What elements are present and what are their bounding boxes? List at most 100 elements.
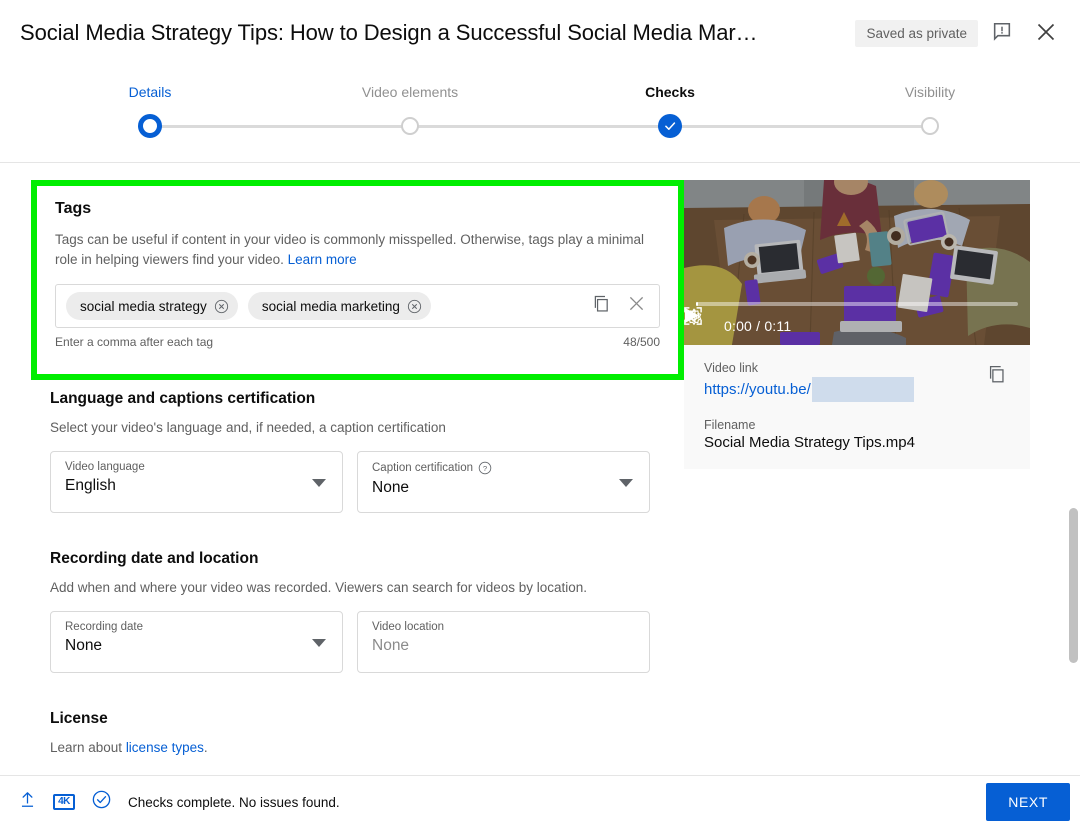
step-node-video-elements[interactable] — [398, 114, 422, 138]
upload-arrow-icon — [18, 790, 37, 814]
video-language-value: English — [65, 477, 116, 494]
tags-toolbar — [591, 293, 651, 319]
copy-video-link-button[interactable] — [986, 363, 1008, 390]
dialog-body: Tags Tags can be useful if content in yo… — [0, 163, 1080, 775]
recording-date-value: None — [65, 637, 103, 654]
language-captions-section: Language and captions certification Sele… — [50, 390, 660, 513]
clear-x-icon — [626, 293, 647, 319]
license-text-prefix: Learn about — [50, 740, 126, 755]
recording-date-select[interactable]: Recording date None — [50, 611, 343, 673]
upload-stepper: Details Video elements Checks Visibility — [0, 66, 1080, 163]
step-node-visibility[interactable] — [918, 114, 942, 138]
step-label-visibility[interactable]: Visibility — [905, 84, 955, 100]
video-language-label: Video language — [65, 461, 145, 473]
language-heading: Language and captions certification — [50, 390, 316, 407]
help-circle-icon[interactable]: ? — [478, 461, 492, 475]
license-text-suffix: . — [203, 740, 208, 755]
next-button[interactable]: NEXT — [986, 783, 1070, 821]
resolution-badge: 4K — [53, 794, 75, 810]
video-location-label: Video location — [372, 621, 445, 633]
video-progress-bar[interactable] — [696, 302, 1018, 306]
video-location-value: None — [372, 637, 410, 654]
copy-icon — [986, 363, 1008, 390]
filename-label: Filename — [704, 418, 756, 432]
chevron-down-icon — [619, 479, 633, 487]
close-icon — [1034, 20, 1058, 47]
video-time-display: 0:00 / 0:11 — [724, 318, 792, 334]
caption-certification-label: Caption certification ? — [372, 461, 637, 475]
language-fields-row: Video language English Caption certifica… — [50, 451, 660, 513]
step-node-details[interactable] — [138, 114, 162, 138]
scrollbar-thumb[interactable] — [1069, 508, 1078, 663]
tags-footer: Enter a comma after each tag 48/500 — [55, 335, 660, 349]
tags-section: Tags Tags can be useful if content in yo… — [31, 180, 684, 380]
license-heading: License — [50, 710, 108, 727]
check-circle-icon — [91, 789, 112, 815]
tag-chip[interactable]: social media marketing — [247, 292, 431, 320]
license-section: License Learn about license types. — [50, 710, 660, 758]
page-title: Social Media Strategy Tips: How to Desig… — [20, 20, 758, 45]
video-progress-fill — [696, 302, 698, 306]
step-node-checks[interactable] — [658, 114, 682, 138]
video-link-label: Video link — [704, 361, 758, 375]
recording-section: Recording date and location Add when and… — [50, 550, 660, 673]
remove-tag-icon[interactable] — [407, 299, 422, 314]
tags-heading: Tags — [55, 200, 92, 217]
caption-certification-label-text: Caption certification — [372, 462, 473, 474]
header-actions: Saved as private — [855, 13, 1066, 53]
clear-tags-button[interactable] — [626, 293, 647, 319]
feedback-bubble-icon — [991, 21, 1013, 46]
recording-fields-row: Recording date None Video location None — [50, 611, 660, 673]
copy-tags-button[interactable] — [591, 293, 612, 319]
svg-text:?: ? — [483, 464, 487, 473]
video-meta: Video link https://youtu.be/ Filename So… — [684, 345, 1030, 469]
upload-details-dialog: Social Media Strategy Tips: How to Desig… — [0, 0, 1080, 828]
recording-description: Add when and where your video was record… — [50, 580, 588, 595]
resolution-badge-button[interactable]: 4K — [49, 787, 79, 817]
dialog-header: Social Media Strategy Tips: How to Desig… — [0, 0, 1080, 66]
step-label-details[interactable]: Details — [129, 84, 172, 100]
step-label-checks[interactable]: Checks — [645, 84, 695, 100]
footer-status-text: Checks complete. No issues found. — [128, 794, 340, 810]
tags-learn-more-link[interactable]: Learn more — [288, 252, 357, 267]
checks-status-button[interactable] — [86, 787, 116, 817]
video-link-value[interactable]: https://youtu.be/ — [704, 377, 1014, 402]
video-location-input[interactable]: Video location None — [357, 611, 650, 673]
video-id-redacted — [811, 377, 914, 402]
language-description: Select your video's language and, if nee… — [50, 420, 446, 435]
feedback-button[interactable] — [982, 13, 1022, 53]
step-circle-empty — [401, 117, 419, 135]
video-link-text: https://youtu.be/ — [704, 381, 811, 398]
footer-status-icons: 4K — [12, 787, 116, 817]
recording-date-label: Recording date — [65, 621, 143, 633]
caption-certification-value: None — [372, 479, 410, 496]
chevron-down-icon — [312, 639, 326, 647]
scrollbar-track[interactable] — [1066, 163, 1080, 775]
caption-certification-select[interactable]: Caption certification ? None — [357, 451, 650, 513]
close-button[interactable] — [1026, 13, 1066, 53]
step-label-video-elements[interactable]: Video elements — [362, 84, 458, 100]
tags-input[interactable]: social media strategy social media marke… — [55, 284, 660, 328]
upload-status-button[interactable] — [12, 787, 42, 817]
stepper-track — [150, 125, 930, 128]
video-language-select[interactable]: Video language English — [50, 451, 343, 513]
chevron-down-icon — [312, 479, 326, 487]
video-player[interactable]: 0:00 / 0:11 — [684, 180, 1030, 345]
tag-chip[interactable]: social media strategy — [66, 292, 238, 320]
tag-chip-label: social media strategy — [80, 298, 207, 314]
step-circle-active — [138, 114, 162, 138]
recording-heading: Recording date and location — [50, 550, 259, 567]
remove-tag-icon[interactable] — [214, 299, 229, 314]
tags-character-counter: 48/500 — [623, 335, 660, 349]
stepper-labels: Details Video elements Checks Visibility — [0, 84, 1080, 104]
license-types-link[interactable]: license types — [126, 740, 204, 755]
tags-description: Tags can be useful if content in your vi… — [55, 230, 650, 270]
dialog-footer: 4K Checks complete. No issues found. NEX… — [0, 775, 1080, 828]
video-preview-panel: 0:00 / 0:11 Video link https://youtu.be/… — [684, 180, 1030, 469]
status-badge: Saved as private — [855, 19, 978, 47]
tags-hint: Enter a comma after each tag — [55, 335, 214, 349]
step-circle-empty — [921, 117, 939, 135]
step-circle-done — [658, 114, 682, 138]
filename-value: Social Media Strategy Tips.mp4 — [704, 434, 915, 451]
tag-chip-label: social media marketing — [261, 298, 400, 314]
